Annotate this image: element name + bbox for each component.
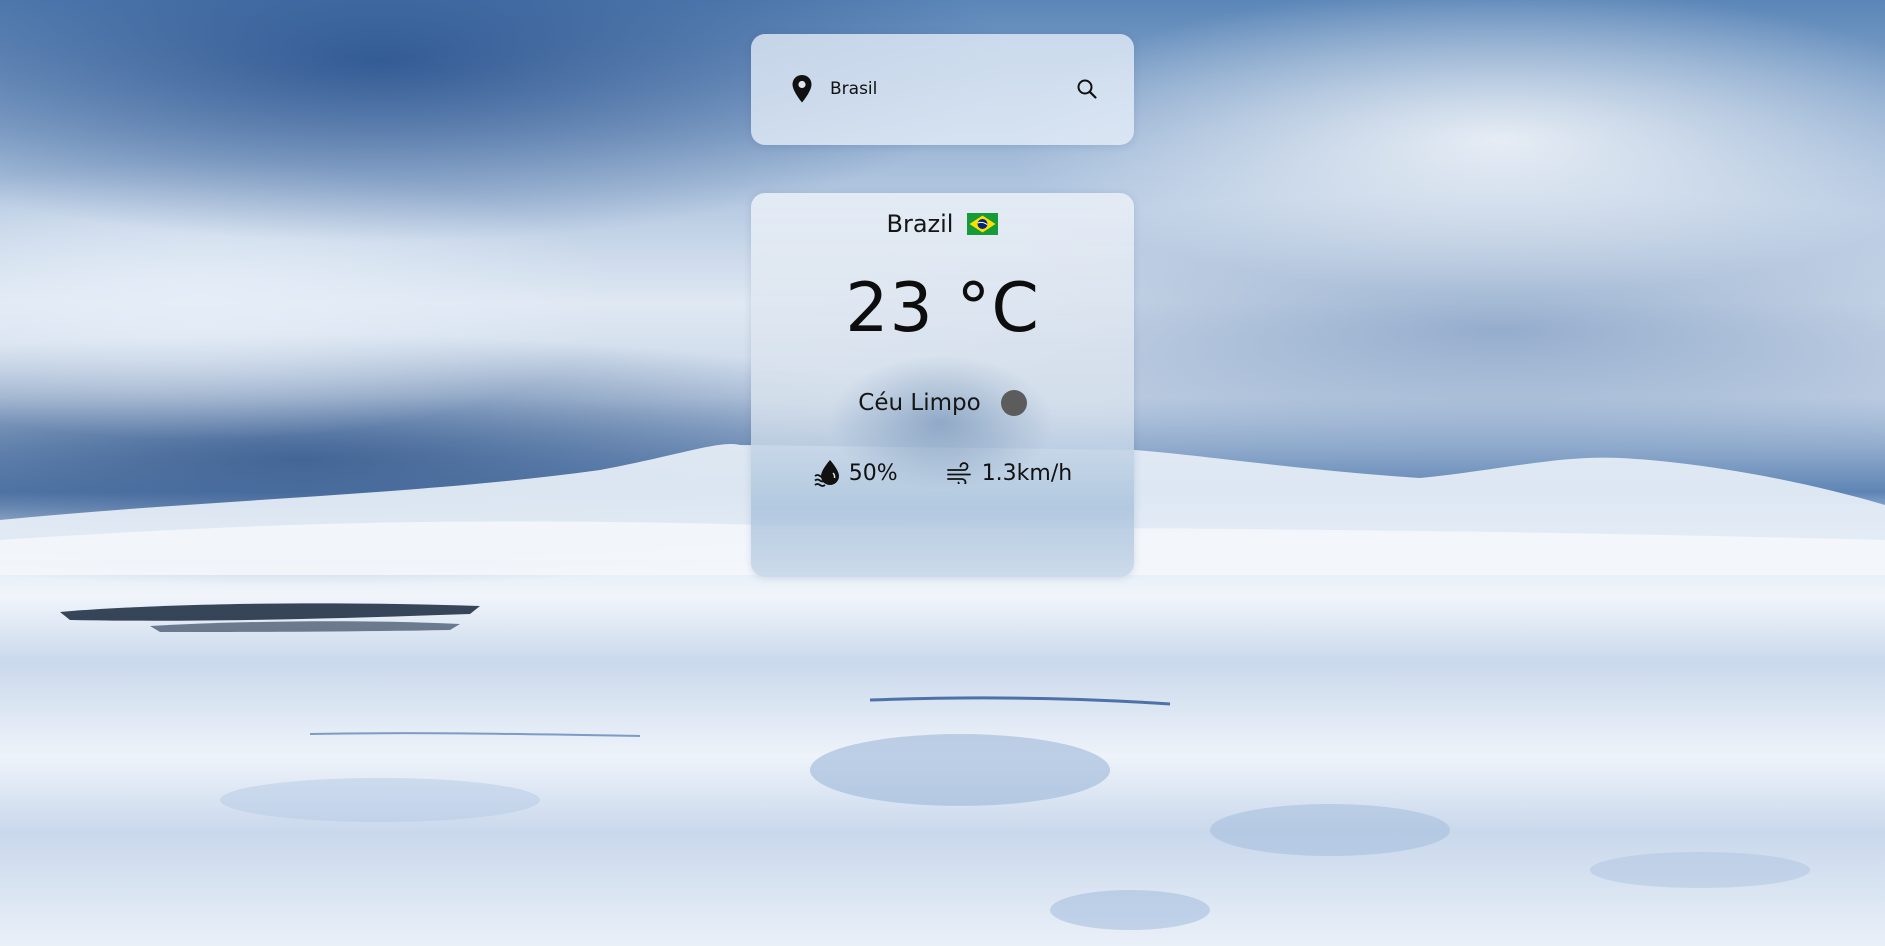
humidity-stat: 50% (813, 458, 898, 488)
search-box (751, 34, 1134, 145)
weather-description: Céu Limpo (858, 390, 981, 416)
wind-stat: 1.3km/h (946, 460, 1073, 486)
wind-icon (946, 462, 971, 484)
search-input[interactable] (830, 72, 1070, 106)
city-name: Brazil (886, 210, 954, 238)
map-pin-icon (792, 75, 812, 103)
city-row: Brazil (751, 209, 1134, 239)
weather-card: Brazil 23 °C Céu Limpo 50% 1.3km/h (751, 193, 1134, 577)
weather-condition-icon (1000, 390, 1027, 416)
wind-value: 1.3km/h (981, 460, 1073, 486)
search-button[interactable] (1069, 71, 1105, 107)
description-row: Céu Limpo (751, 385, 1134, 421)
temperature: 23 °C (845, 269, 1040, 348)
humidity-value: 50% (848, 460, 898, 486)
humidity-drop-icon (814, 460, 839, 487)
stats-row: 50% 1.3km/h (751, 456, 1134, 490)
brazil-flag-icon (967, 213, 999, 235)
search-icon (1077, 79, 1097, 99)
